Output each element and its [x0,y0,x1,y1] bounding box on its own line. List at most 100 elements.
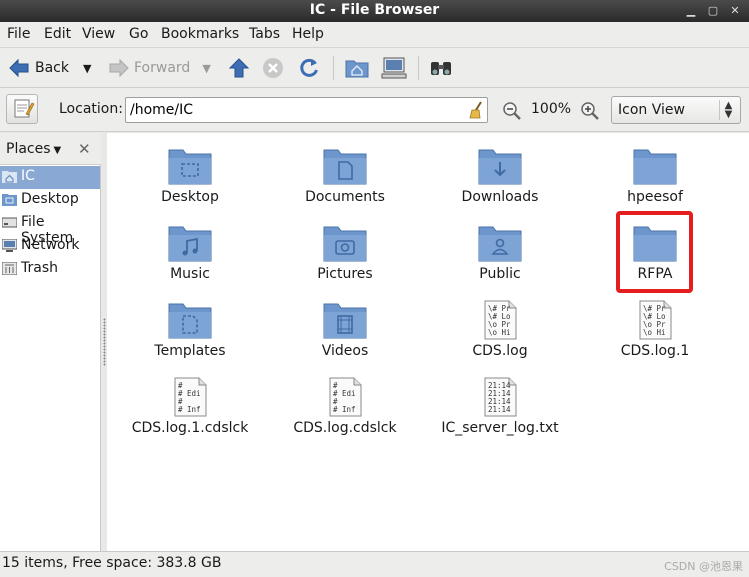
computer-button[interactable] [381,54,407,82]
menu-file[interactable]: File [7,26,30,42]
back-arrow-icon [9,58,29,78]
maximize-icon[interactable]: ▢ [705,3,721,19]
pictures-folder-icon [323,226,367,262]
close-icon[interactable]: ✕ [727,3,743,19]
file-name: Public [479,266,521,282]
drive-icon [2,217,17,228]
file-preview-line: \o Hi [643,328,666,337]
text-file-icon: \# Pr\# Lo\o Pr\o Hi [484,300,517,340]
minimize-icon[interactable]: ▁ [683,3,699,19]
toolbar-separator [333,56,334,80]
sidebar-item-trash[interactable]: Trash [0,258,100,281]
reload-button[interactable] [298,54,320,82]
back-button[interactable]: Back ▼ [8,54,91,82]
back-label: Back [35,60,69,76]
documents-folder-icon [323,149,367,185]
trash-icon [2,262,17,275]
view-mode-value: Icon View [618,102,685,118]
sidebar-item-ic[interactable]: IC [0,166,100,189]
desktop-folder-icon [168,149,212,185]
menu-edit[interactable]: Edit [44,26,71,42]
forward-button[interactable]: Forward ▼ [108,54,211,82]
zoom-level: 100% [531,101,572,117]
sidebar-item-desktop[interactable]: Desktop [0,189,100,212]
menu-tabs[interactable]: Tabs [249,26,280,42]
file-name: CDS.log.cdslck [293,420,397,436]
menu-view[interactable]: View [82,26,115,42]
file-item-ic-server-log[interactable]: 21:14 21:14 21:14 21:14 IC_server_log.txt [425,377,575,436]
stop-button[interactable] [262,54,284,82]
menu-go[interactable]: Go [129,26,148,42]
file-preview-line: # Inf [178,405,201,414]
chevron-down-icon[interactable]: ▼ [83,62,91,75]
folder-icon [633,149,677,185]
file-icon-view[interactable]: Desktop Documents Downloads hpeesof Musi… [107,133,749,551]
places-label: Places ▼ [6,141,62,157]
location-input[interactable] [125,97,488,123]
file-preview-line: # Inf [333,405,356,414]
computer-icon [381,57,407,79]
file-item-hpeesof[interactable]: hpeesof [580,146,730,205]
menu-help[interactable]: Help [292,26,324,42]
network-icon [2,239,17,252]
zoom-in-icon[interactable] [580,101,600,121]
binoculars-icon [431,62,451,75]
close-sidebar-icon[interactable]: ✕ [78,140,91,158]
sidebar-item-file-system[interactable]: File System [0,212,100,246]
up-button[interactable] [228,54,250,82]
clear-broom-icon[interactable] [467,101,485,119]
menu-bookmarks[interactable]: Bookmarks [161,26,239,42]
file-name: Templates [154,343,226,359]
file-item-documents[interactable]: Documents [270,146,420,205]
status-text: 15 items, Free space: 383.8 GB [2,555,222,571]
sidebar-item-label: IC [21,168,35,184]
music-folder-icon [168,226,212,262]
chevron-down-icon[interactable]: ▼ [202,62,210,75]
forward-arrow-icon [109,58,129,78]
file-name: Music [170,266,210,282]
home-button[interactable] [345,54,369,82]
file-item-downloads[interactable]: Downloads [425,146,575,205]
chevron-down-icon: ▼ [53,145,62,156]
home-icon [2,171,17,183]
file-item-cds-log-1[interactable]: \# Pr \# Lo \o Pr \o Hi CDS.log.1 [580,300,730,359]
desktop-icon [2,194,17,206]
file-item-cds-log-1-cdslck[interactable]: # # Edi # # Inf CDS.log.1.cdslck [115,377,265,436]
videos-folder-icon [323,303,367,339]
downloads-folder-icon [478,149,522,185]
file-item-templates[interactable]: Templates [115,300,265,359]
window-title: IC - File Browser [309,2,440,18]
menu-bar: File Edit View Go Bookmarks Tabs Help [0,22,749,48]
file-item-desktop[interactable]: Desktop [115,146,265,205]
location-label: Location: [59,101,123,117]
title-bar: IC - File Browser ▁ ▢ ✕ [0,0,749,22]
text-file-icon: \# Pr\# Lo\o Pr\o Hi [639,300,672,340]
file-name: CDS.log [472,343,528,359]
watermark: CSDN @池恩果 [664,560,743,573]
text-file-icon: ## Edi## Inf [329,377,362,417]
file-item-music[interactable]: Music [115,223,265,282]
zoom-out-icon[interactable] [502,101,522,121]
file-name: Pictures [317,266,373,282]
toggle-location-button[interactable] [6,94,38,124]
splitter-grip[interactable] [103,318,106,366]
file-item-videos[interactable]: Videos [270,300,420,359]
file-name: hpeesof [627,189,683,205]
stop-icon [263,58,283,78]
file-name: CDS.log.1.cdslck [131,420,249,436]
file-item-pictures[interactable]: Pictures [270,223,420,282]
sidebar-item-network[interactable]: Network [0,235,100,258]
sidebar-item-label: Trash [21,260,58,276]
file-preview-line: 21:14 [488,405,511,414]
view-mode-select[interactable]: Icon View ▲ ▼ [611,96,741,124]
file-item-cds-log[interactable]: \# Pr \# Lo \o Pr \o Hi CDS.log [425,300,575,359]
file-name: Desktop [161,189,219,205]
reload-icon [300,58,318,77]
file-name: Videos [321,343,369,359]
file-item-public[interactable]: Public [425,223,575,282]
search-button[interactable] [429,54,453,82]
toolbar: Back ▼ Forward ▼ [0,48,749,88]
places-header[interactable]: Places ▼ ✕ [0,133,101,165]
sidebar-item-label: Network [21,237,80,253]
file-item-cds-log-cdslck[interactable]: # # Edi # # Inf CDS.log.cdslck [270,377,420,436]
